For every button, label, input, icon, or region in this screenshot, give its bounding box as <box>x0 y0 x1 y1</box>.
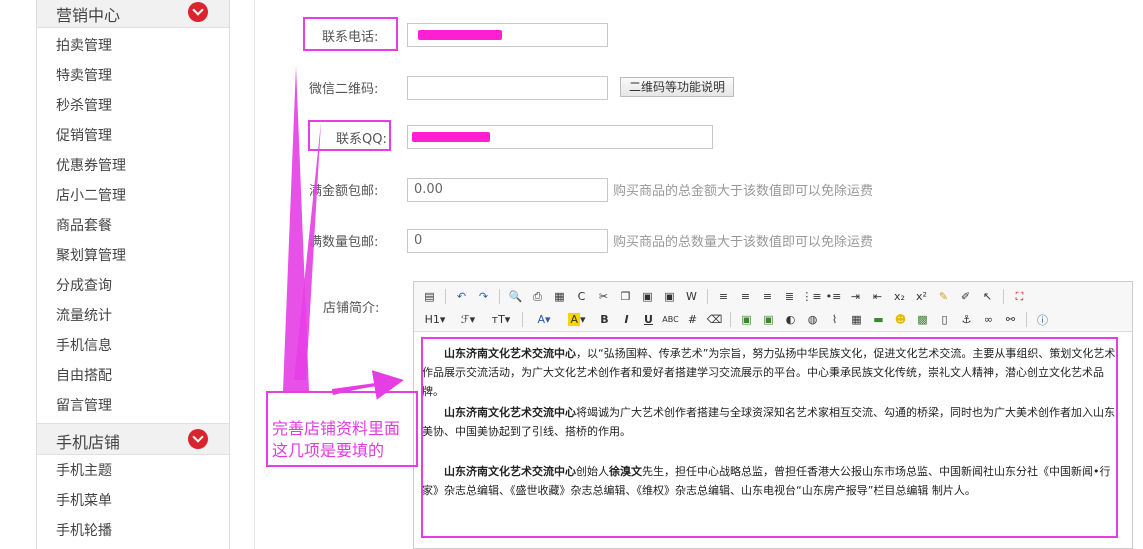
annotation-arrows <box>283 66 404 400</box>
